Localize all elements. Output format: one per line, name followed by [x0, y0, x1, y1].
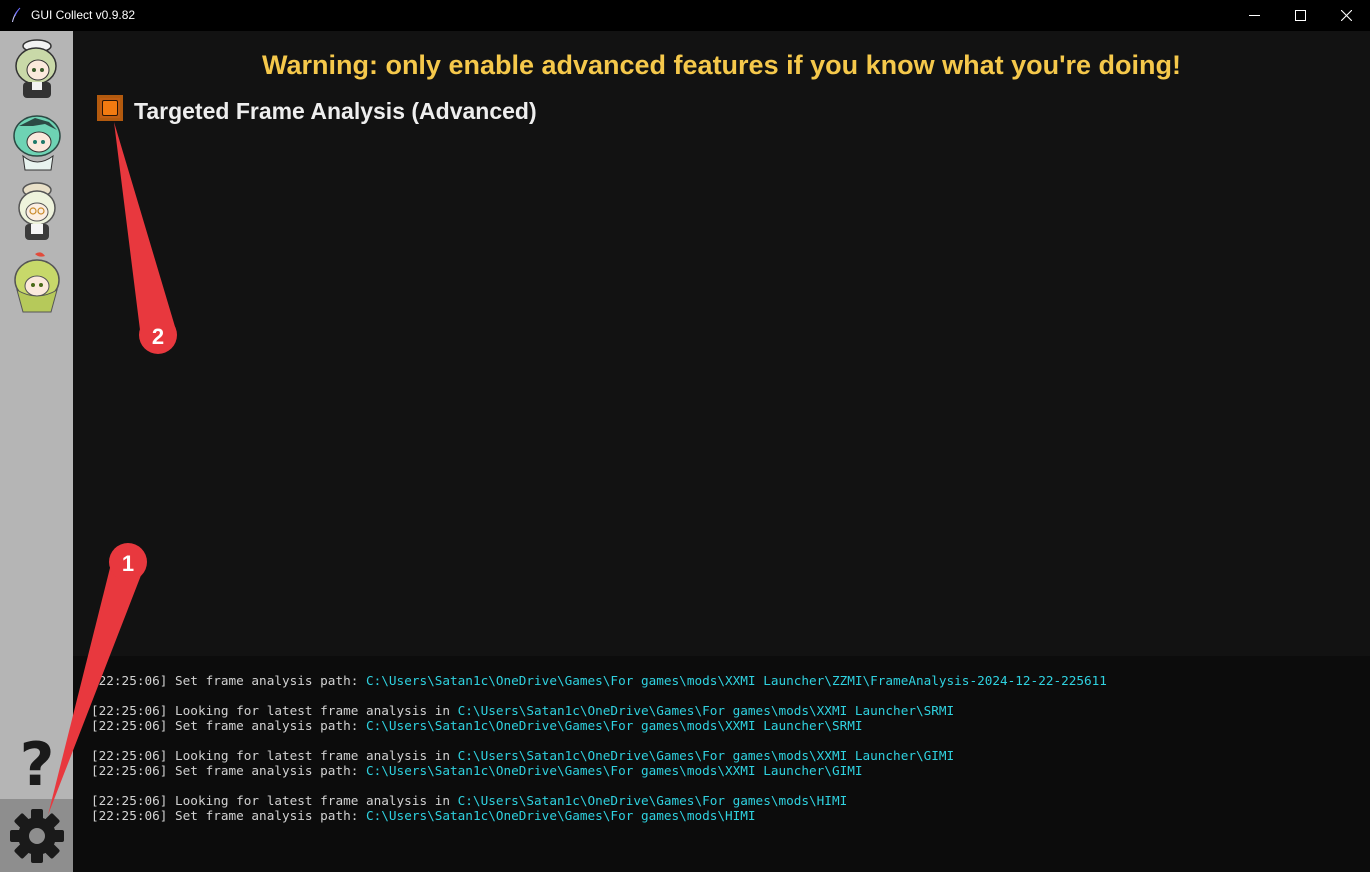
log-line: [22:25:06] Looking for latest frame anal… [91, 703, 955, 718]
maximize-button[interactable] [1277, 0, 1323, 31]
log-line: [22:25:06] Set frame analysis path: C:\U… [91, 673, 1107, 688]
settings-button[interactable] [0, 799, 73, 872]
avatar-4[interactable] [5, 250, 69, 314]
log-console[interactable]: [22:25:06] Set frame analysis path: C:\U… [73, 656, 1370, 872]
avatar-3[interactable] [5, 178, 69, 242]
help-label: ? [19, 730, 55, 800]
close-icon [1340, 10, 1352, 21]
log-line: [22:25:06] Looking for latest frame anal… [91, 748, 955, 763]
sidebar: ? [0, 31, 73, 872]
log-line: [22:25:06] Set frame analysis path: C:\U… [91, 808, 756, 823]
main-panel: Warning: only enable advanced features i… [73, 31, 1370, 656]
warning-text: Warning: only enable advanced features i… [261, 50, 1182, 80]
help-button[interactable]: ? [10, 730, 64, 800]
targeted-frame-analysis-label[interactable]: Targeted Frame Analysis (Advanced) [134, 98, 537, 125]
close-button[interactable] [1323, 0, 1369, 31]
title-bar: GUI Collect v0.9.82 [0, 0, 1370, 31]
targeted-frame-analysis-checkbox[interactable] [97, 95, 123, 121]
minimize-icon [1248, 15, 1260, 16]
avatar-2[interactable] [5, 108, 69, 172]
avatar-1[interactable] [5, 36, 69, 100]
window-title: GUI Collect v0.9.82 [31, 8, 136, 22]
checkbox-box [102, 100, 118, 116]
log-line: [22:25:06] Looking for latest frame anal… [91, 793, 848, 808]
gear-icon [9, 808, 64, 863]
log-line: [22:25:06] Set frame analysis path: C:\U… [91, 718, 863, 733]
minimize-button[interactable] [1231, 0, 1277, 31]
log-line: [22:25:06] Set frame analysis path: C:\U… [91, 763, 863, 778]
feather-app-icon [12, 7, 21, 22]
maximize-icon [1294, 10, 1306, 21]
